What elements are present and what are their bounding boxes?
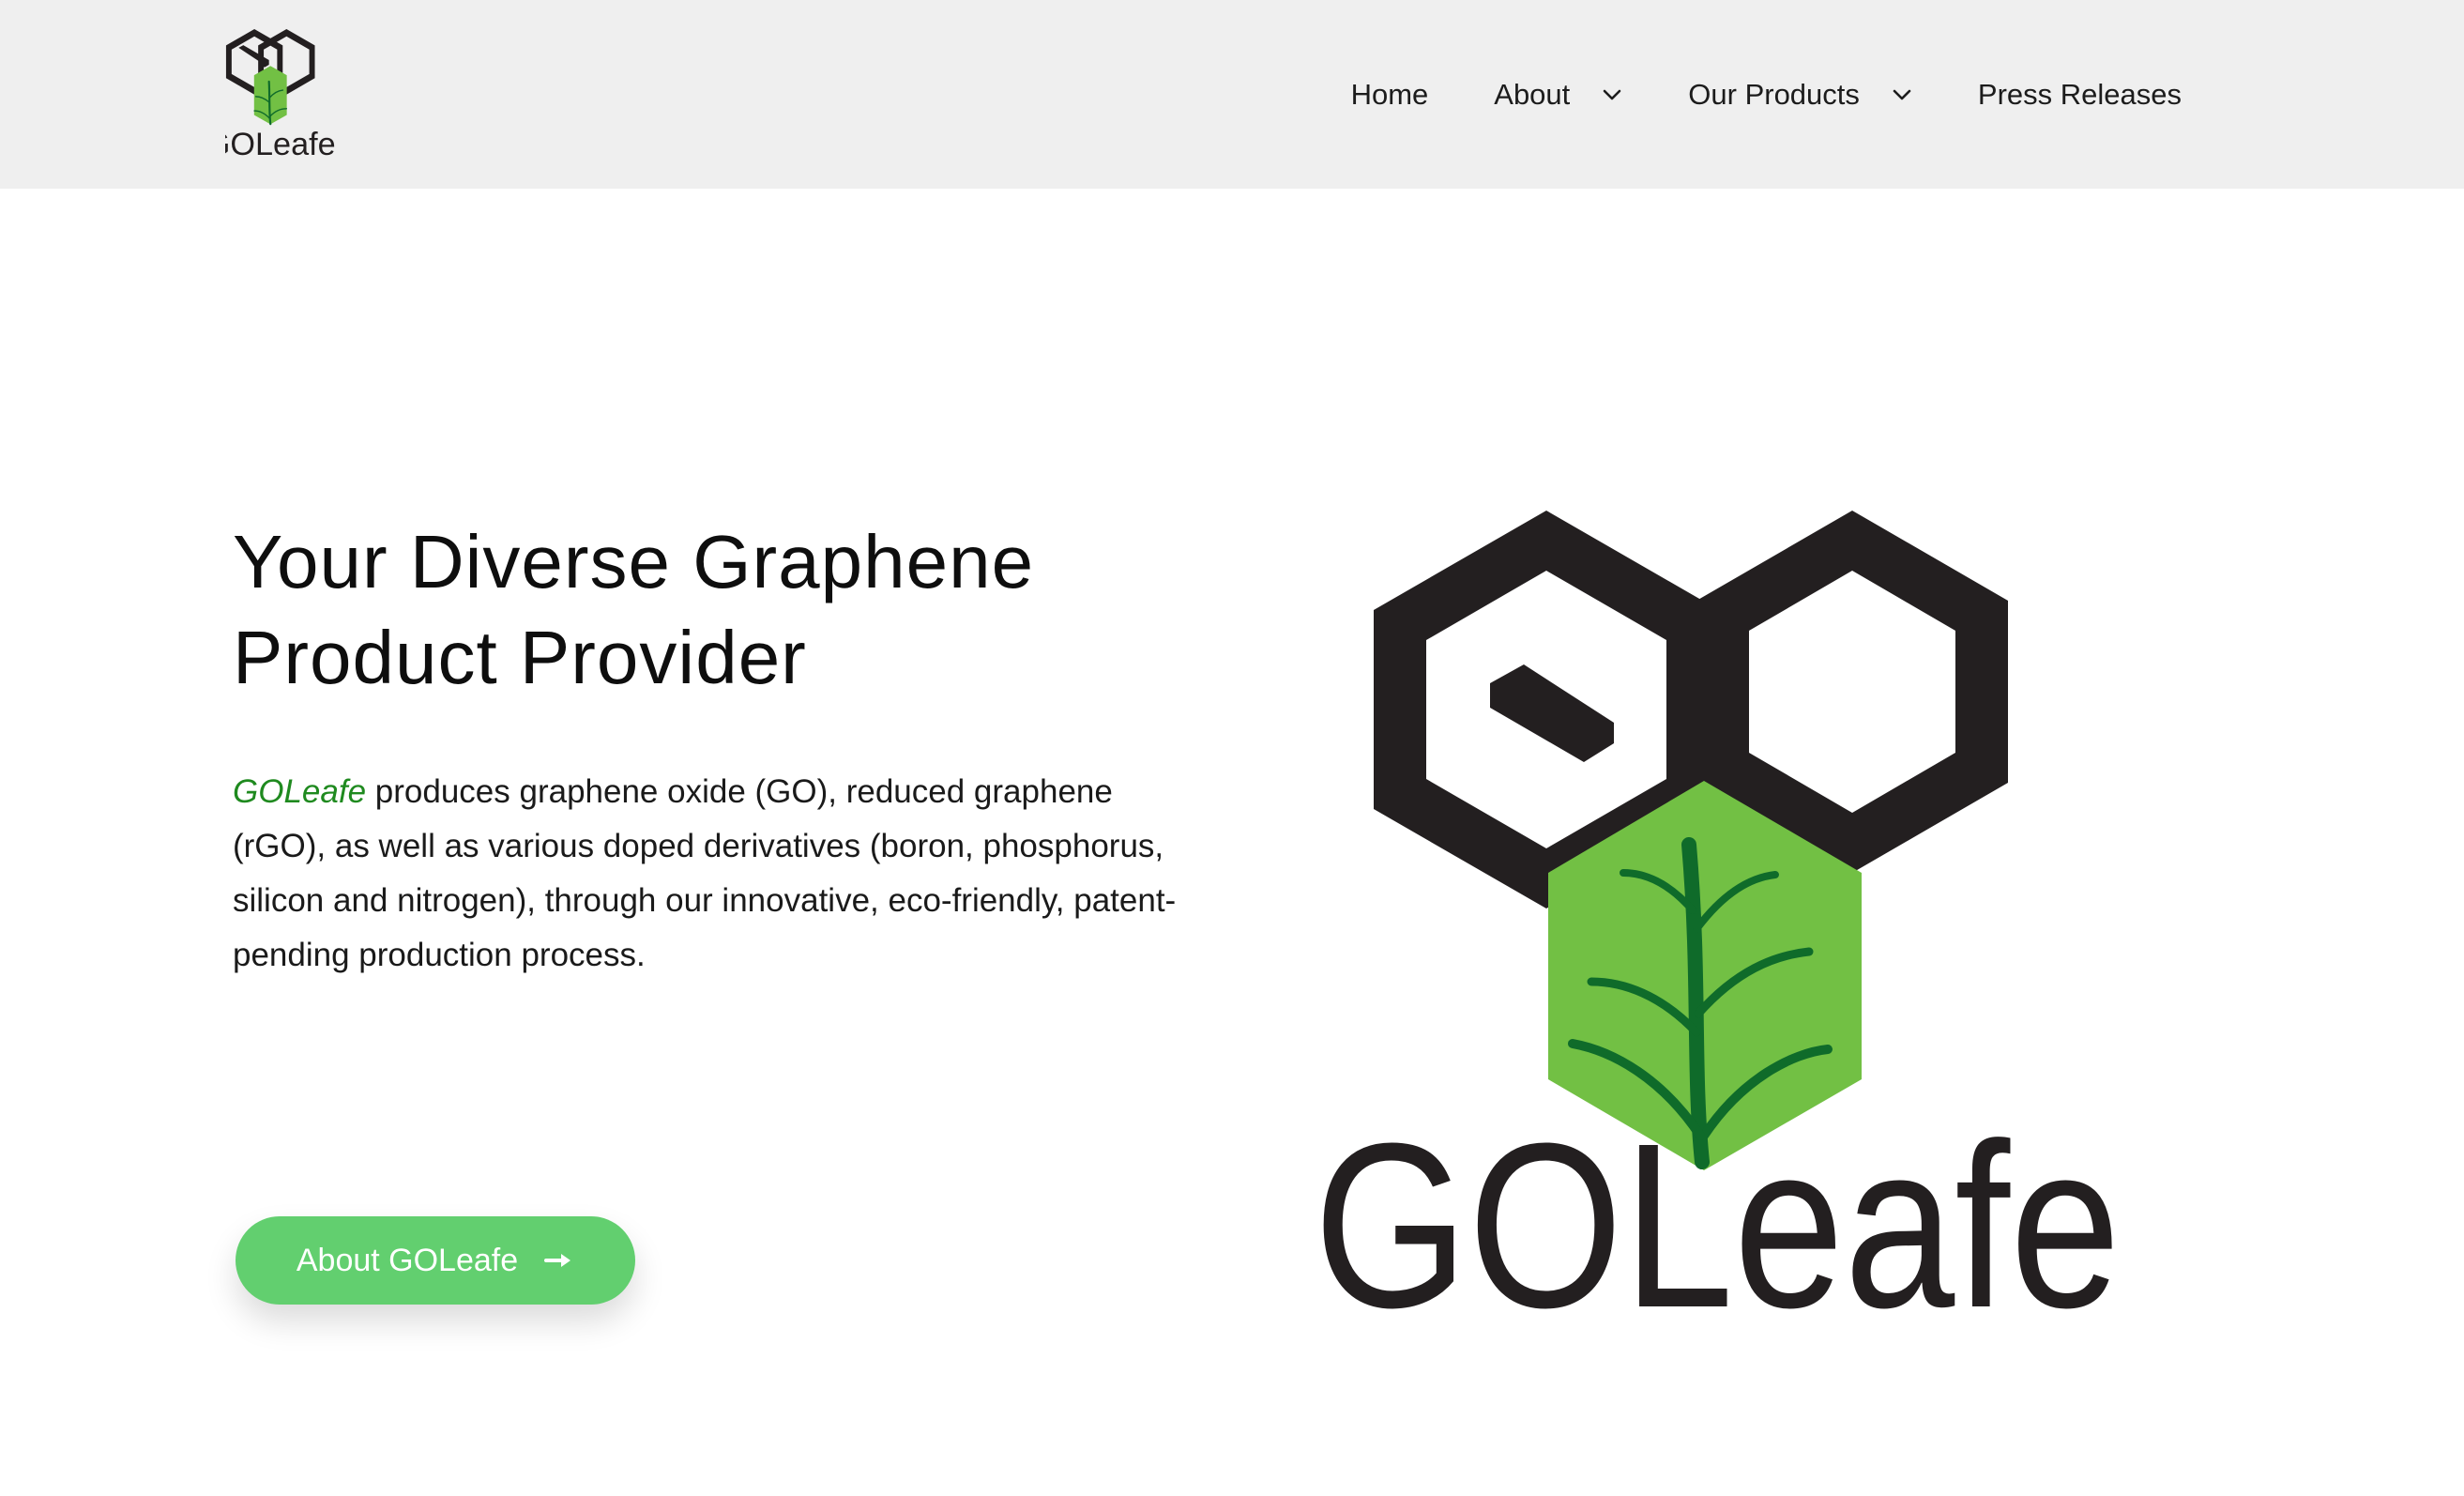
nav-about[interactable]: About (1494, 78, 1622, 112)
site-header: GOLeafe Home About Our Products Press Re… (0, 0, 2464, 189)
goleafe-logo-icon: GOLeafe (225, 29, 336, 162)
cta-label: About GOLeafe (296, 1242, 519, 1278)
chevron-down-icon[interactable] (1892, 88, 1912, 101)
hero-title-line2: Product Provider (233, 616, 807, 699)
header-logo[interactable]: GOLeafe (225, 26, 357, 163)
about-goleafe-button[interactable]: About GOLeafe (236, 1216, 635, 1305)
hero-title-line1: Your Diverse Graphene (233, 520, 1035, 603)
hero-logo-text: GOLeafe (1314, 1094, 2121, 1333)
hero-title: Your Diverse Graphene Product Provider (233, 514, 1209, 706)
hero-description: GOLeafe produces graphene oxide (GO), re… (233, 765, 1199, 983)
main-nav: Home About Our Products Press Releases (1351, 0, 2182, 189)
goleafe-large-logo-icon: GOLeafe (1314, 511, 2121, 1333)
hero-description-text: produces graphene oxide (GO), reduced gr… (233, 773, 1177, 973)
nav-press-releases[interactable]: Press Releases (1978, 78, 2182, 112)
nav-home-label: Home (1350, 77, 1429, 111)
nav-our-products-label: Our Products (1688, 77, 1860, 111)
arrow-right-icon (544, 1251, 574, 1270)
nav-about-label: About (1494, 77, 1571, 111)
brand-name: GOLeafe (233, 773, 367, 810)
hero-logo: GOLeafe (1295, 488, 2139, 1333)
header-logo-text: GOLeafe (225, 127, 336, 162)
nav-our-products[interactable]: Our Products (1688, 78, 1912, 112)
nav-press-releases-label: Press Releases (1977, 77, 2182, 111)
chevron-down-icon[interactable] (1602, 88, 1622, 101)
nav-home[interactable]: Home (1351, 78, 1429, 112)
